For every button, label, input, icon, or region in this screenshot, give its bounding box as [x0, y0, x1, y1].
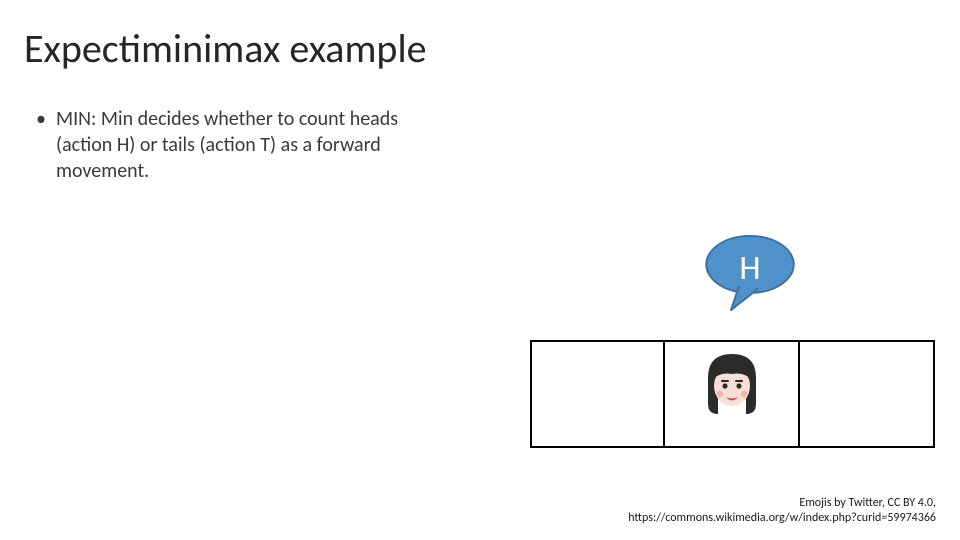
eye-right — [736, 383, 741, 388]
blush-right — [740, 391, 746, 397]
eye-left — [722, 383, 727, 388]
game-board — [530, 340, 935, 448]
board-cell — [665, 340, 800, 448]
attribution: Emojis by Twitter, CC BY 4.0, https://co… — [628, 496, 936, 526]
attribution-line-2: https://commons.wikimedia.org/w/index.ph… — [628, 511, 936, 526]
brow-left — [721, 380, 729, 382]
attribution-line-1: Emojis by Twitter, CC BY 4.0, — [628, 496, 936, 511]
bullet-marker: • — [36, 106, 46, 132]
board-cell — [800, 340, 935, 448]
player-face-icon — [696, 348, 768, 420]
brow-right — [735, 380, 743, 382]
bullet-text: MIN: Min decides whether to count heads … — [56, 106, 456, 184]
speech-bubble: H — [702, 234, 798, 312]
bubble-letter: H — [702, 248, 798, 289]
bullet-item: • MIN: Min decides whether to count head… — [36, 106, 456, 184]
board-cell — [530, 340, 665, 448]
blush-left — [716, 391, 722, 397]
slide-title: Expectiminimax example — [24, 24, 427, 73]
